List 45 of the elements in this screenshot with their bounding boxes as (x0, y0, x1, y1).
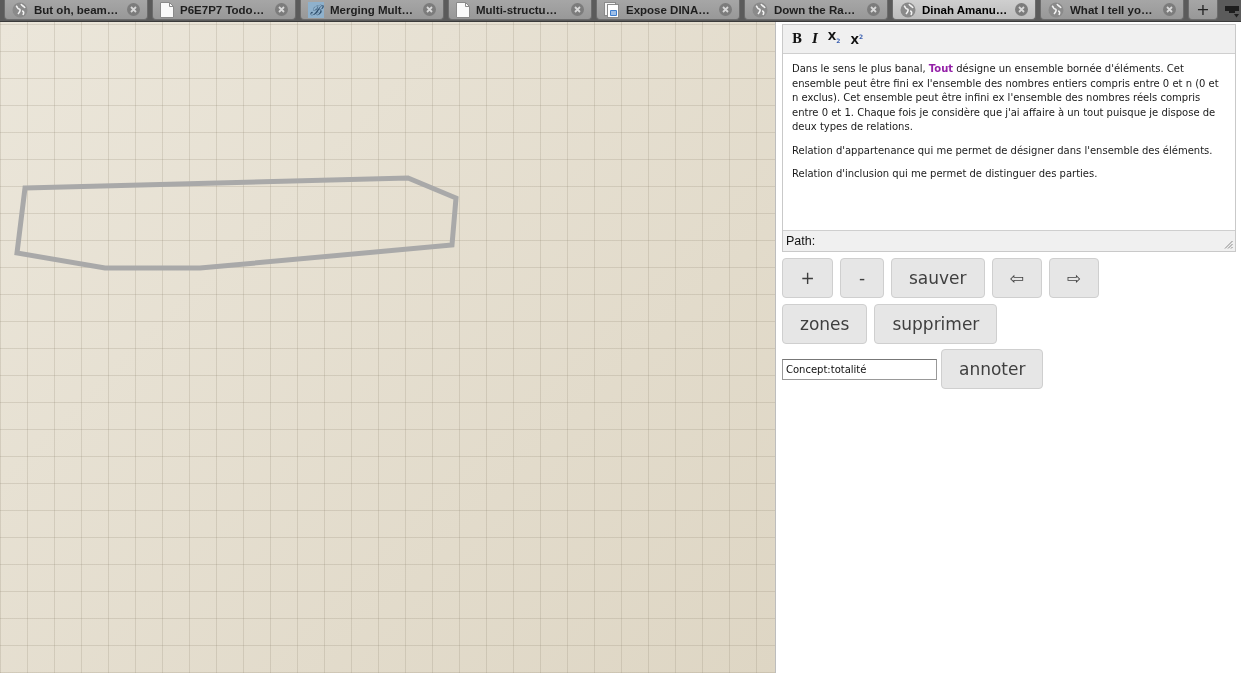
browser-tab[interactable]: What I tell yo… (1040, 0, 1184, 20)
resize-grip-icon[interactable] (1224, 240, 1233, 249)
browser-tab[interactable]: Dinah Amanu… (892, 0, 1036, 20)
italic-button[interactable]: I (812, 32, 818, 46)
close-icon[interactable] (719, 3, 732, 16)
close-icon[interactable] (1015, 3, 1028, 16)
close-icon[interactable] (867, 3, 880, 16)
delete-button[interactable]: supprimer (874, 304, 998, 344)
globe-icon (12, 1, 28, 18)
plus-button[interactable]: + (782, 258, 833, 298)
tray-icon[interactable] (1223, 3, 1240, 18)
globe-icon (900, 1, 916, 18)
new-tab-button[interactable]: + (1188, 0, 1218, 20)
subscript-button[interactable]: X$_{2}$ (827, 29, 841, 49)
annotate-button[interactable]: annoter (941, 349, 1044, 389)
bold-button[interactable]: B (792, 32, 803, 46)
previous-button[interactable]: ⇦ (991, 258, 1042, 298)
save-button[interactable]: sauver (891, 258, 985, 298)
page-icon (456, 1, 470, 18)
path-label: Path: (786, 234, 816, 248)
browser-tab[interactable]: ℬ Merging Mult… (300, 0, 444, 20)
close-icon[interactable] (127, 3, 140, 16)
browser-tab[interactable]: Multi-structu… (448, 0, 592, 20)
paragraph: Relation d'inclusion qui me permet de distinguer des parties. (792, 167, 1099, 181)
documents-icon (604, 1, 620, 18)
browser-tab[interactable]: But oh, beam… (4, 0, 148, 20)
next-button[interactable]: ⇨ (1048, 258, 1100, 298)
globe-icon (752, 1, 768, 18)
close-icon[interactable] (275, 3, 288, 16)
browser-tab[interactable]: Down the Ra… (744, 0, 888, 20)
page-icon (160, 1, 174, 18)
close-icon[interactable] (423, 3, 436, 16)
superscript-button[interactable]: X$^{2}$ (850, 30, 864, 48)
annotation-zone[interactable] (14, 175, 459, 271)
minus-button[interactable]: - (840, 258, 884, 298)
paragraph: Relation d'appartenance qui me permet de désigner dans l'ensemble des éléments. (792, 143, 1214, 158)
globe-icon (1048, 1, 1064, 18)
close-icon[interactable] (571, 3, 584, 16)
concept-field[interactable]: Concept:totalité (782, 358, 937, 380)
close-icon[interactable] (1163, 3, 1176, 16)
browser-tab[interactable]: P6E7P7 Todo… (152, 0, 296, 20)
browser-tab[interactable]: Expose DINA… (596, 0, 740, 20)
letter-tile-icon: ℬ (308, 1, 324, 18)
zones-button[interactable]: zones (782, 304, 868, 344)
paragraph: Dans le sens le plus banal, Tout désigne un ensemble bornée d'éléments. Cet ensemble peut être fini ex l'ensemble des nombres entiers compris entre 0 et n (0 et n exclus). Cet ensemble peut être infini ex l'ensemble des nombres réels compris entre 0 et 1. Chaque fois je considère que j'ai affaire à un tout puisque je dispose de deux types de relations. (792, 62, 1220, 134)
